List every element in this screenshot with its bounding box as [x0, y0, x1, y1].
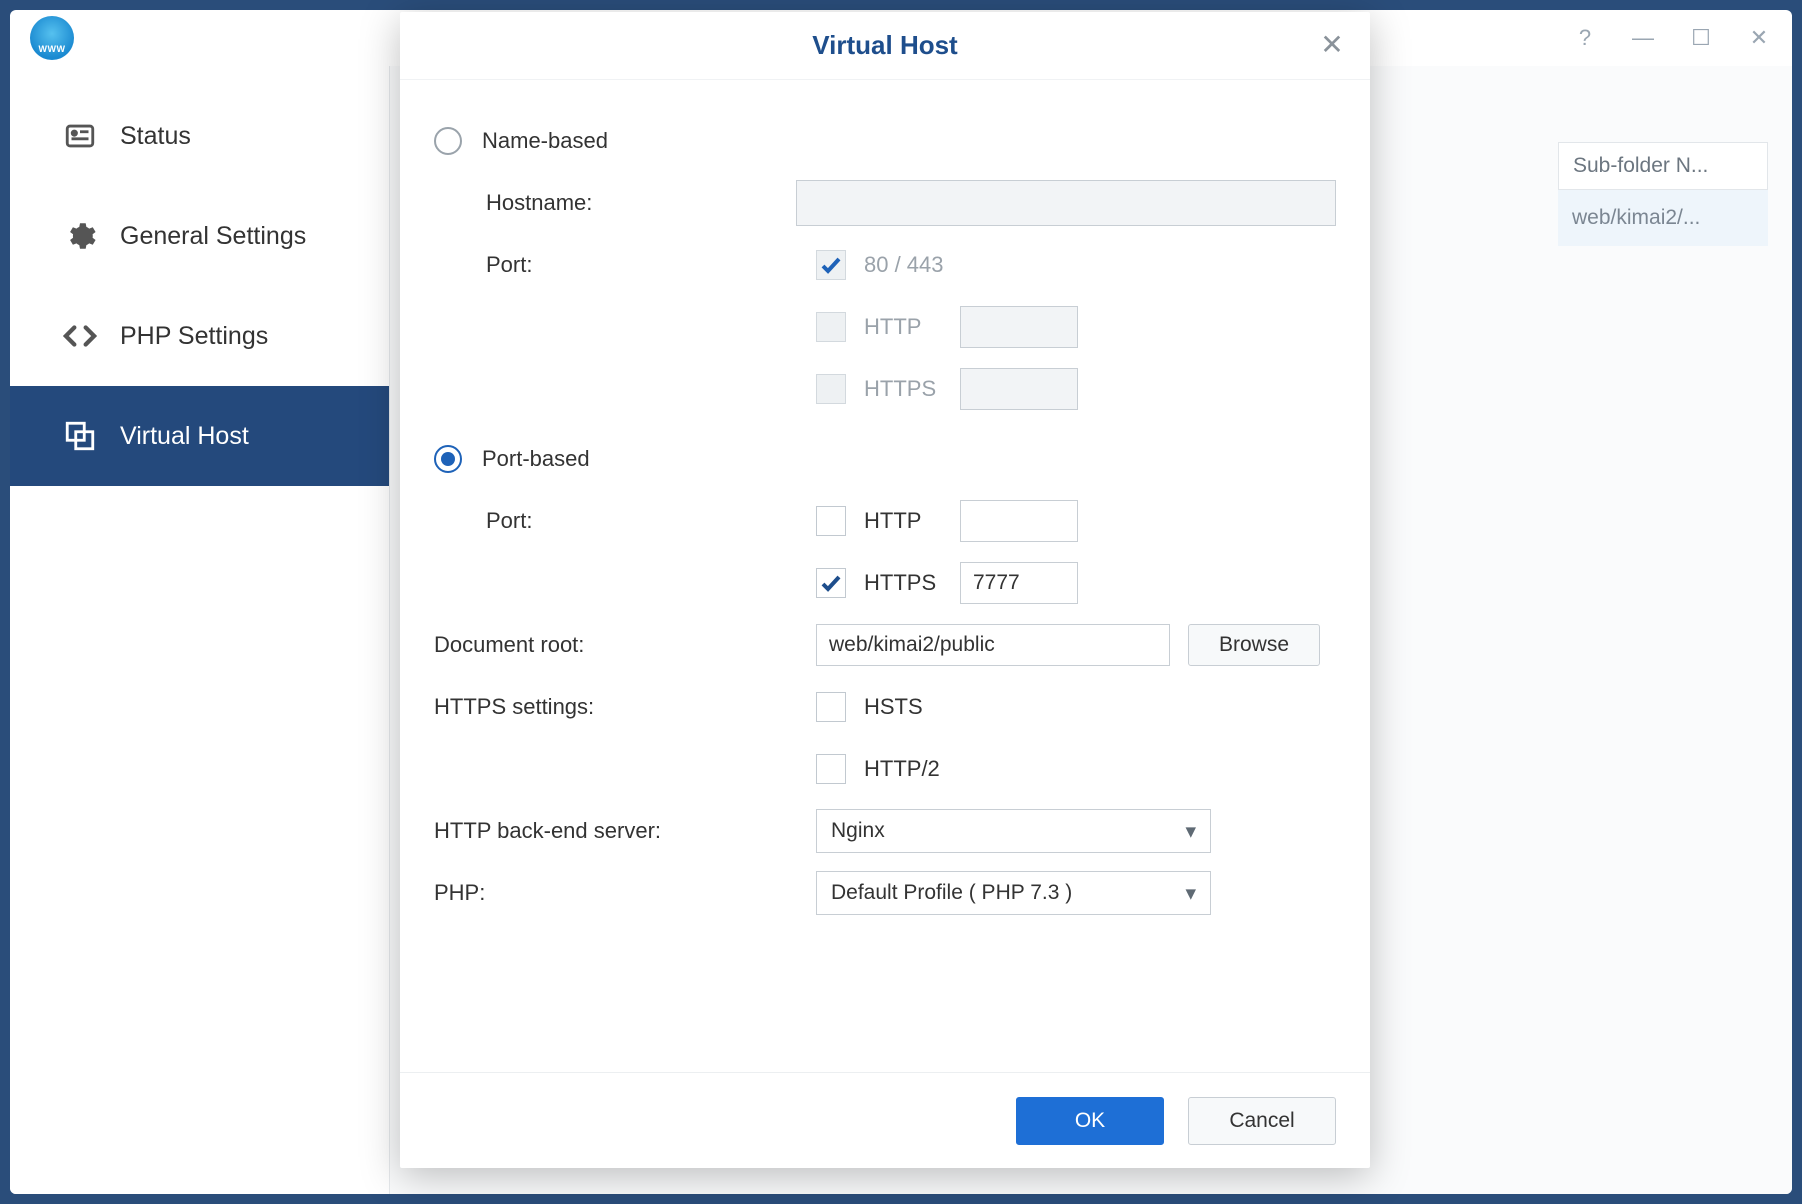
http2-label: HTTP/2	[864, 756, 942, 782]
close-window-icon[interactable]: ✕	[1746, 25, 1772, 51]
sidebar-item-label: General Settings	[120, 222, 306, 251]
column-header-subfolder[interactable]: Sub-folder N...	[1558, 142, 1768, 190]
port-http-checkbox[interactable]	[816, 506, 846, 536]
document-root-label: Document root:	[434, 632, 816, 658]
php-value: Default Profile ( PHP 7.3 )	[831, 881, 1072, 905]
gear-icon	[62, 218, 98, 254]
name-https-checkbox	[816, 374, 846, 404]
port-https-checkbox[interactable]	[816, 568, 846, 598]
cancel-button[interactable]: Cancel	[1188, 1097, 1336, 1145]
name-port-label: Port:	[486, 252, 816, 278]
php-label: PHP:	[434, 880, 816, 906]
name-based-radio[interactable]	[434, 127, 462, 155]
name-http-port-input	[960, 306, 1078, 348]
hsts-label: HSTS	[864, 694, 942, 720]
port-https-label: HTTPS	[864, 570, 942, 596]
sidebar-item-label: Status	[120, 122, 191, 151]
maximize-icon[interactable]: ☐	[1688, 25, 1714, 51]
name-https-label: HTTPS	[864, 376, 942, 402]
port-port-label: Port:	[486, 508, 816, 534]
browse-button[interactable]: Browse	[1188, 624, 1320, 666]
name-https-port-input	[960, 368, 1078, 410]
name-http-label: HTTP	[864, 314, 942, 340]
status-icon	[62, 118, 98, 154]
sidebar-item-general-settings[interactable]: General Settings	[10, 186, 389, 286]
hostname-input[interactable]	[796, 180, 1336, 226]
sidebar-item-label: PHP Settings	[120, 322, 268, 351]
hsts-checkbox[interactable]	[816, 692, 846, 722]
code-icon	[62, 318, 98, 354]
port-https-input[interactable]	[960, 562, 1078, 604]
port-80443-label: 80 / 443	[864, 252, 944, 278]
port-80443-checkbox	[816, 250, 846, 280]
sidebar-item-label: Virtual Host	[120, 422, 249, 451]
document-root-input[interactable]	[816, 624, 1170, 666]
sidebar-item-php-settings[interactable]: PHP Settings	[10, 286, 389, 386]
backend-select[interactable]: Nginx ▾	[816, 809, 1211, 853]
close-icon[interactable]: ✕	[1316, 28, 1348, 60]
name-http-checkbox	[816, 312, 846, 342]
port-based-radio[interactable]	[434, 445, 462, 473]
chevron-down-icon: ▾	[1185, 819, 1196, 844]
port-http-input[interactable]	[960, 500, 1078, 542]
port-http-label: HTTP	[864, 508, 942, 534]
name-based-label: Name-based	[482, 128, 608, 154]
backend-value: Nginx	[831, 819, 885, 843]
minimize-icon[interactable]: —	[1630, 25, 1656, 51]
ok-button[interactable]: OK	[1016, 1097, 1164, 1145]
help-icon[interactable]: ?	[1572, 25, 1598, 51]
port-based-label: Port-based	[482, 446, 590, 472]
backend-label: HTTP back-end server:	[434, 818, 816, 844]
php-select[interactable]: Default Profile ( PHP 7.3 ) ▾	[816, 871, 1211, 915]
sidebar: Status General Settings PHP Settings Vir…	[10, 66, 390, 1194]
https-settings-label: HTTPS settings:	[434, 694, 816, 720]
virtual-host-dialog: Virtual Host ✕ Name-based Hostname: Port…	[400, 12, 1370, 1168]
dialog-titlebar: Virtual Host ✕	[400, 12, 1370, 80]
hostname-label: Hostname:	[486, 190, 796, 216]
virtual-host-icon	[62, 418, 98, 454]
http2-checkbox[interactable]	[816, 754, 846, 784]
dialog-footer: OK Cancel	[400, 1072, 1370, 1168]
sidebar-item-status[interactable]: Status	[10, 86, 389, 186]
dialog-title: Virtual Host	[812, 30, 957, 61]
name-based-row: Name-based	[434, 110, 1336, 172]
app-icon	[30, 16, 74, 60]
sidebar-item-virtual-host[interactable]: Virtual Host	[10, 386, 389, 486]
port-based-row: Port-based	[434, 428, 1336, 490]
table-row[interactable]: web/kimai2/...	[1558, 190, 1768, 246]
chevron-down-icon: ▾	[1185, 881, 1196, 906]
